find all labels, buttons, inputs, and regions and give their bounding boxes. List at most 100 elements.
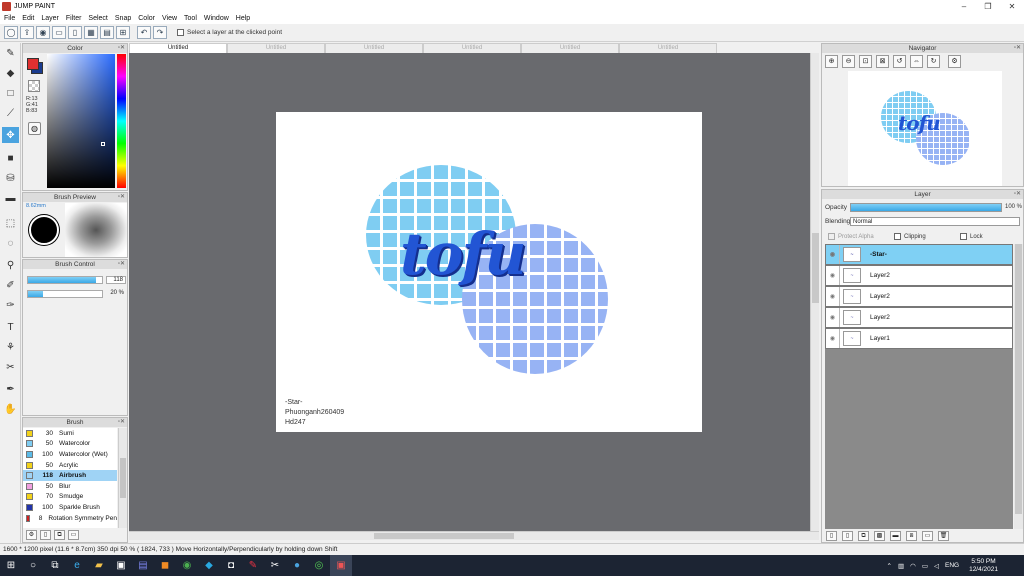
select-eraser-tool[interactable]: ✑ xyxy=(2,297,19,313)
menu-layer[interactable]: Layer xyxy=(41,15,59,22)
menu-snap[interactable]: Snap xyxy=(115,15,131,22)
layer-row[interactable]: ◉ ~ Layer2 xyxy=(825,265,1013,286)
wifi-icon[interactable]: ◠ xyxy=(910,562,916,570)
layer-properties-button[interactable]: ▭ xyxy=(922,531,933,541)
brush-item[interactable]: 30 Sumi xyxy=(23,428,117,439)
fit-window-button[interactable]: ⊡ xyxy=(859,55,872,68)
bucket-tool[interactable]: ⛁ xyxy=(2,170,19,186)
pen-tool[interactable]: ✎ xyxy=(2,45,19,61)
canvas-vertical-scrollbar[interactable] xyxy=(810,53,819,531)
panel-close-icon[interactable]: ▫✕ xyxy=(118,193,125,202)
grid-button[interactable]: ▦ xyxy=(84,26,98,39)
scroll-thumb[interactable] xyxy=(812,233,819,303)
comment-button[interactable]: ▭ xyxy=(52,26,66,39)
hue-slider[interactable] xyxy=(117,54,126,188)
visibility-eye-icon[interactable]: ◉ xyxy=(826,287,840,306)
eraser-tool[interactable]: ◆ xyxy=(2,65,19,81)
brush-delete-button[interactable]: ▭ xyxy=(68,530,79,540)
select-tool[interactable]: ⬚ xyxy=(2,215,19,231)
panel-close-icon[interactable]: ▫✕ xyxy=(118,260,125,269)
main-color-swatch[interactable] xyxy=(27,58,39,70)
scroll-thumb[interactable] xyxy=(1015,244,1022,514)
layer-list-scrollbar[interactable] xyxy=(1014,244,1023,529)
minimize-button[interactable]: – xyxy=(952,0,976,12)
color-picker-cursor[interactable] xyxy=(101,142,105,146)
menu-edit[interactable]: Edit xyxy=(22,15,34,22)
panel-button[interactable]: ▤ xyxy=(100,26,114,39)
store-taskbar-button[interactable]: ▣ xyxy=(110,555,132,576)
layer-row[interactable]: ◉ ~ -Star- xyxy=(825,244,1013,265)
search-button[interactable]: ○ xyxy=(22,555,44,576)
new-folder-button[interactable]: ▬ xyxy=(890,531,901,541)
magic-wand-tool[interactable]: ⚲ xyxy=(2,257,19,273)
layer-row[interactable]: ◉ ~ Layer1 xyxy=(825,328,1013,349)
brush-size-value[interactable]: 118 xyxy=(106,276,126,284)
protect-alpha-toggle[interactable]: Protect Alpha xyxy=(828,233,874,240)
tab-untitled-3[interactable]: Untitled xyxy=(325,43,423,53)
scroll-thumb[interactable] xyxy=(374,533,514,539)
protect-alpha-checkbox[interactable] xyxy=(828,233,835,240)
brush-density-slider[interactable] xyxy=(27,290,103,298)
explorer-taskbar-button[interactable]: ▰ xyxy=(88,555,110,576)
undo-button[interactable]: ↶ xyxy=(137,26,151,39)
scroll-thumb[interactable] xyxy=(120,458,126,498)
close-button[interactable]: ✕ xyxy=(1000,0,1024,12)
blending-select[interactable]: Normal xyxy=(850,217,1020,226)
navigator-thumbnail[interactable]: tofu xyxy=(848,71,1002,186)
menu-help[interactable]: Help xyxy=(236,15,250,22)
layer-mask-button[interactable]: ▩ xyxy=(874,531,885,541)
app-taskbar-button-2[interactable]: ◆ xyxy=(198,555,220,576)
teams-taskbar-button[interactable]: ▤ xyxy=(132,555,154,576)
divide-tool[interactable]: ✂ xyxy=(2,359,19,375)
tab-untitled-6[interactable]: Untitled xyxy=(619,43,717,53)
opacity-slider[interactable] xyxy=(850,203,1002,212)
zalo-taskbar-button[interactable]: ● xyxy=(286,555,308,576)
app-taskbar-button-4[interactable]: ◎ xyxy=(308,555,330,576)
brush-list-scrollbar[interactable] xyxy=(118,428,127,528)
windows-start-button[interactable]: ⊞ xyxy=(0,555,22,576)
page-button[interactable]: ▯ xyxy=(68,26,82,39)
tab-untitled-5[interactable]: Untitled xyxy=(521,43,619,53)
panel-close-icon[interactable]: ▫✕ xyxy=(1014,190,1021,199)
clipping-toggle[interactable]: Clipping xyxy=(894,233,926,240)
battery-icon[interactable]: ▭ xyxy=(922,562,928,570)
tab-untitled-4[interactable]: Untitled xyxy=(423,43,521,53)
lock-toggle[interactable]: Lock xyxy=(960,233,983,240)
select-layer-checkbox[interactable] xyxy=(177,29,184,36)
hand-tool[interactable]: ✋ xyxy=(2,401,19,417)
delete-layer-button[interactable]: 🗑 xyxy=(938,531,949,541)
rotate-left-button[interactable]: ↺ xyxy=(893,55,906,68)
capcut-taskbar-button[interactable]: ✂ xyxy=(264,555,286,576)
brush-density-value[interactable]: 20 % xyxy=(106,290,126,298)
fill-rect-tool[interactable]: ■ xyxy=(2,150,19,166)
maximize-button[interactable]: ❐ xyxy=(976,0,1000,12)
brush-size-slider[interactable] xyxy=(27,276,103,284)
menu-window[interactable]: Window xyxy=(204,15,229,22)
brush-item[interactable]: 50 Acrylic xyxy=(23,460,117,471)
flip-button[interactable]: ⇔ xyxy=(910,55,923,68)
brush-item[interactable]: 118 Airbrush xyxy=(23,470,117,481)
layer-row[interactable]: ◉ ~ Layer2 xyxy=(825,286,1013,307)
snap-button[interactable]: ⊞ xyxy=(116,26,130,39)
menu-filter[interactable]: Filter xyxy=(66,15,82,22)
clipping-checkbox[interactable] xyxy=(894,233,901,240)
camera-taskbar-button[interactable]: ◘ xyxy=(220,555,242,576)
tab-untitled-1[interactable]: Untitled xyxy=(129,43,227,53)
line-tool[interactable]: ⟋ xyxy=(2,105,19,121)
canvas-horizontal-scrollbar[interactable] xyxy=(129,531,819,540)
chrome-taskbar-button[interactable]: ◉ xyxy=(176,555,198,576)
zoom-out-button[interactable]: ⊖ xyxy=(842,55,855,68)
brush-item[interactable]: 100 Watercolor (Wet) xyxy=(23,449,117,460)
select-layer-toggle[interactable]: Select a layer at the clicked point xyxy=(177,29,282,36)
app-taskbar-button-1[interactable]: ◼ xyxy=(154,555,176,576)
brush-item[interactable]: 8 Rotation Symmetry Pen xyxy=(23,513,117,524)
tray-app-icon[interactable]: ▥ xyxy=(898,562,904,570)
actual-size-button[interactable]: ⊠ xyxy=(876,55,889,68)
menu-tool[interactable]: Tool xyxy=(184,15,197,22)
tab-untitled-2[interactable]: Untitled xyxy=(227,43,325,53)
language-indicator[interactable]: ENG xyxy=(945,562,959,569)
select-pen-tool[interactable]: ✐ xyxy=(2,277,19,293)
app-taskbar-button-3[interactable]: ✎ xyxy=(242,555,264,576)
open-button[interactable]: ⇪ xyxy=(20,26,34,39)
task-view-button[interactable]: ⧉ xyxy=(44,555,66,576)
